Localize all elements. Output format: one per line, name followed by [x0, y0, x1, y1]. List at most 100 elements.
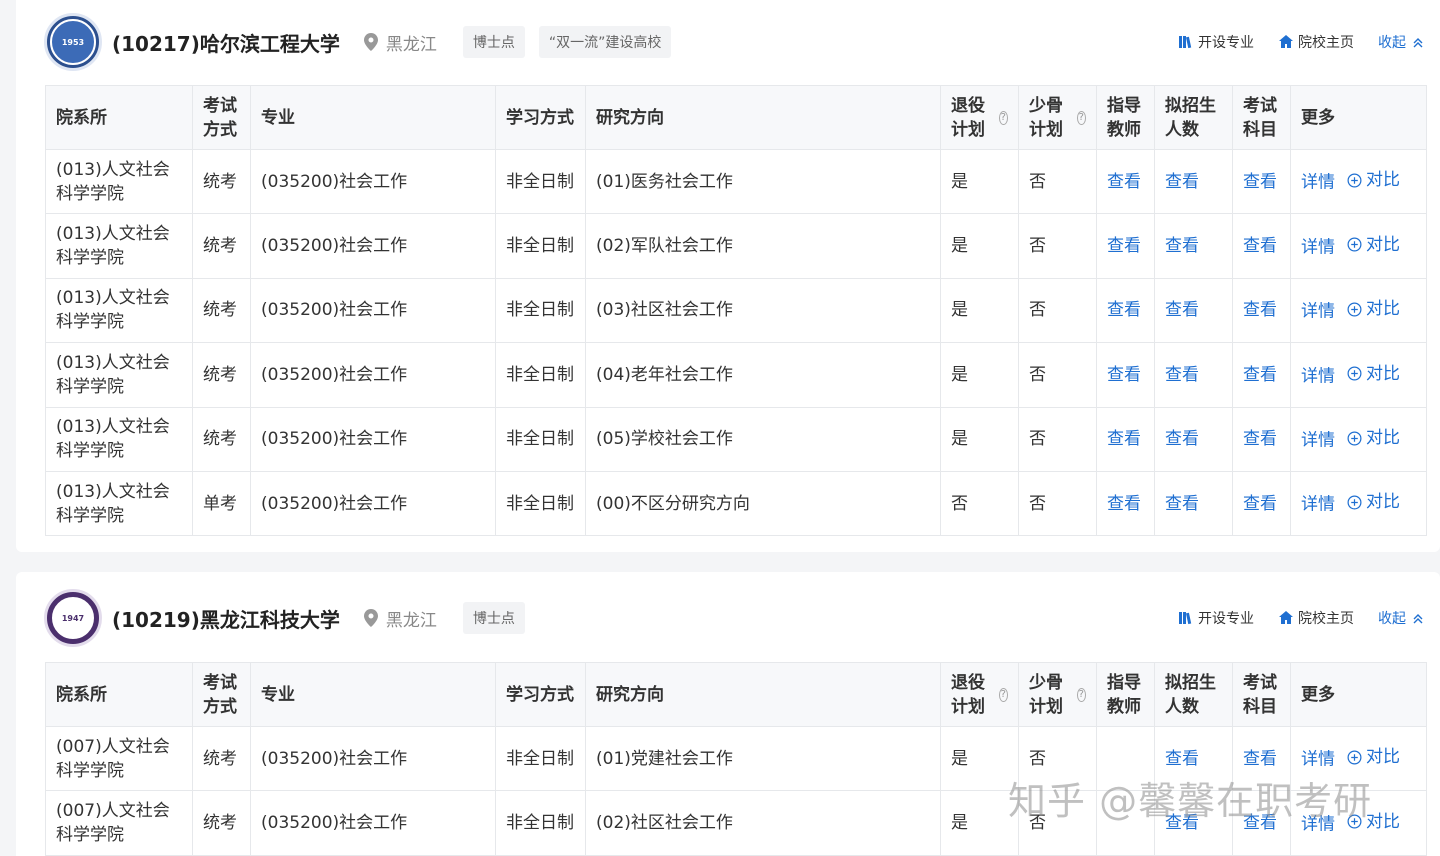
cell-quota: 查看: [1154, 277, 1233, 344]
view-subjects-link[interactable]: 查看: [1243, 236, 1277, 256]
view-quota-link[interactable]: 查看: [1165, 300, 1199, 320]
cell-dept: (013)人文社会科学学院: [45, 148, 193, 215]
view-advisor-link[interactable]: 查看: [1107, 300, 1141, 320]
view-advisor-link[interactable]: 查看: [1107, 365, 1141, 385]
view-subjects-link[interactable]: 查看: [1243, 494, 1277, 514]
view-advisor-link[interactable]: 查看: [1107, 494, 1141, 514]
col-exam-type: 考试方式: [192, 662, 251, 727]
table-row: (013)人文社会科学学院 统考 (035200)社会工作 非全日制 (05)学校社会工…: [45, 406, 1427, 472]
cell-veteran-plan: 是: [940, 790, 1019, 856]
open-majors-button[interactable]: 开设专业: [1178, 608, 1254, 628]
cell-major: (035200)社会工作: [250, 213, 496, 279]
major-table: 院系所 考试方式 专业 学习方式 研究方向 退役计划? 少骨计划? 指导教师 拟…: [45, 662, 1427, 856]
books-icon: [1179, 36, 1192, 49]
home-icon: [1279, 35, 1293, 48]
detail-link[interactable]: 详情: [1301, 366, 1335, 386]
cell-more: 详情 对比: [1290, 725, 1427, 792]
detail-link[interactable]: 详情: [1301, 431, 1335, 451]
school-logo: 1953: [44, 13, 102, 71]
cell-subjects: 查看: [1232, 213, 1291, 279]
view-subjects-link[interactable]: 查看: [1243, 749, 1277, 769]
cell-study-mode: 非全日制: [495, 790, 586, 856]
view-advisor-link[interactable]: 查看: [1107, 172, 1141, 192]
cell-dept: (013)人文社会科学学院: [45, 342, 193, 408]
view-subjects-link[interactable]: 查看: [1243, 429, 1277, 449]
compare-button[interactable]: 对比: [1347, 490, 1400, 514]
view-quota-link[interactable]: 查看: [1165, 429, 1199, 449]
col-minority-plan: 少骨计划?: [1018, 662, 1097, 727]
cell-veteran-plan: 是: [940, 213, 1019, 279]
detail-link[interactable]: 详情: [1301, 173, 1335, 193]
cell-minority-plan: 否: [1018, 725, 1097, 792]
view-subjects-link[interactable]: 查看: [1243, 365, 1277, 385]
compare-button[interactable]: 对比: [1347, 168, 1400, 192]
compare-button[interactable]: 对比: [1347, 297, 1400, 321]
cell-study-mode: 非全日制: [495, 406, 586, 472]
cell-advisor: [1096, 790, 1155, 856]
compare-button[interactable]: 对比: [1347, 810, 1400, 834]
books-icon: [1179, 612, 1192, 625]
cell-quota: 查看: [1154, 148, 1233, 215]
collapse-button[interactable]: 收起: [1378, 32, 1424, 52]
view-subjects-link[interactable]: 查看: [1243, 813, 1277, 833]
cell-exam-type: 统考: [192, 725, 251, 792]
tag-doctoral: 博士点: [462, 602, 525, 634]
cell-exam-type: 统考: [192, 790, 251, 856]
school-name[interactable]: (10219)黑龙江科技大学: [112, 604, 340, 633]
detail-link[interactable]: 详情: [1301, 750, 1335, 770]
view-quota-link[interactable]: 查看: [1165, 494, 1199, 514]
help-icon[interactable]: ?: [998, 110, 1008, 125]
collapse-button[interactable]: 收起: [1378, 608, 1424, 628]
help-icon[interactable]: ?: [1076, 110, 1086, 125]
school-homepage-button[interactable]: 院校主页: [1278, 608, 1354, 628]
view-subjects-link[interactable]: 查看: [1243, 172, 1277, 192]
school-name[interactable]: (10217)哈尔滨工程大学: [112, 28, 340, 57]
school-homepage-button[interactable]: 院校主页: [1278, 32, 1354, 52]
school-header: 1947 (10219)黑龙江科技大学 黑龙江 博士点 开设专业 院校主页 收起: [44, 588, 1424, 648]
cell-quota: 查看: [1154, 406, 1233, 472]
cell-veteran-plan: 是: [940, 406, 1019, 472]
cell-direction: (01)党建社会工作: [585, 725, 941, 792]
location-label: 黑龙江: [385, 610, 437, 631]
compare-label: 对比: [1366, 170, 1400, 191]
compare-button[interactable]: 对比: [1347, 745, 1400, 769]
school-card: 1947 (10219)黑龙江科技大学 黑龙江 博士点 开设专业 院校主页 收起: [16, 572, 1440, 856]
col-quota: 拟招生人数: [1154, 85, 1233, 150]
view-quota-link[interactable]: 查看: [1165, 813, 1199, 833]
col-exam-type: 考试方式: [192, 85, 251, 150]
cell-major: (035200)社会工作: [250, 148, 496, 215]
detail-link[interactable]: 详情: [1301, 237, 1335, 257]
detail-link[interactable]: 详情: [1301, 814, 1335, 834]
detail-link[interactable]: 详情: [1301, 495, 1335, 515]
view-advisor-link[interactable]: 查看: [1107, 429, 1141, 449]
plus-circle-icon: [1347, 495, 1362, 510]
col-dept: 院系所: [45, 85, 193, 150]
view-subjects-link[interactable]: 查看: [1243, 300, 1277, 320]
col-advisor: 指导教师: [1096, 662, 1155, 727]
compare-button[interactable]: 对比: [1347, 426, 1400, 450]
open-majors-button[interactable]: 开设专业: [1178, 32, 1254, 52]
school-homepage-label: 院校主页: [1298, 35, 1354, 51]
col-veteran-plan: 退役计划?: [940, 85, 1019, 150]
view-quota-link[interactable]: 查看: [1165, 236, 1199, 256]
plus-circle-icon: [1347, 750, 1362, 765]
help-icon[interactable]: ?: [998, 687, 1008, 702]
view-quota-link[interactable]: 查看: [1165, 749, 1199, 769]
detail-link[interactable]: 详情: [1301, 302, 1335, 322]
table-body: (007)人文社会科学学院 统考 (035200)社会工作 非全日制 (01)党建社会工…: [45, 725, 1427, 856]
cell-dept: (013)人文社会科学学院: [45, 277, 193, 344]
school-location: 黑龙江: [363, 606, 437, 631]
compare-button[interactable]: 对比: [1347, 362, 1400, 386]
view-quota-link[interactable]: 查看: [1165, 365, 1199, 385]
cell-advisor: 查看: [1096, 470, 1155, 537]
help-icon[interactable]: ?: [1076, 687, 1086, 702]
cell-quota: 查看: [1154, 342, 1233, 408]
compare-button[interactable]: 对比: [1347, 233, 1400, 257]
view-quota-link[interactable]: 查看: [1165, 172, 1199, 192]
col-more: 更多: [1290, 662, 1427, 727]
col-minority-plan: 少骨计划?: [1018, 85, 1097, 150]
view-advisor-link[interactable]: 查看: [1107, 236, 1141, 256]
cell-advisor: 查看: [1096, 342, 1155, 408]
col-study-mode: 学习方式: [495, 662, 586, 727]
col-minority-plan-label: 少骨计划: [1029, 672, 1063, 717]
